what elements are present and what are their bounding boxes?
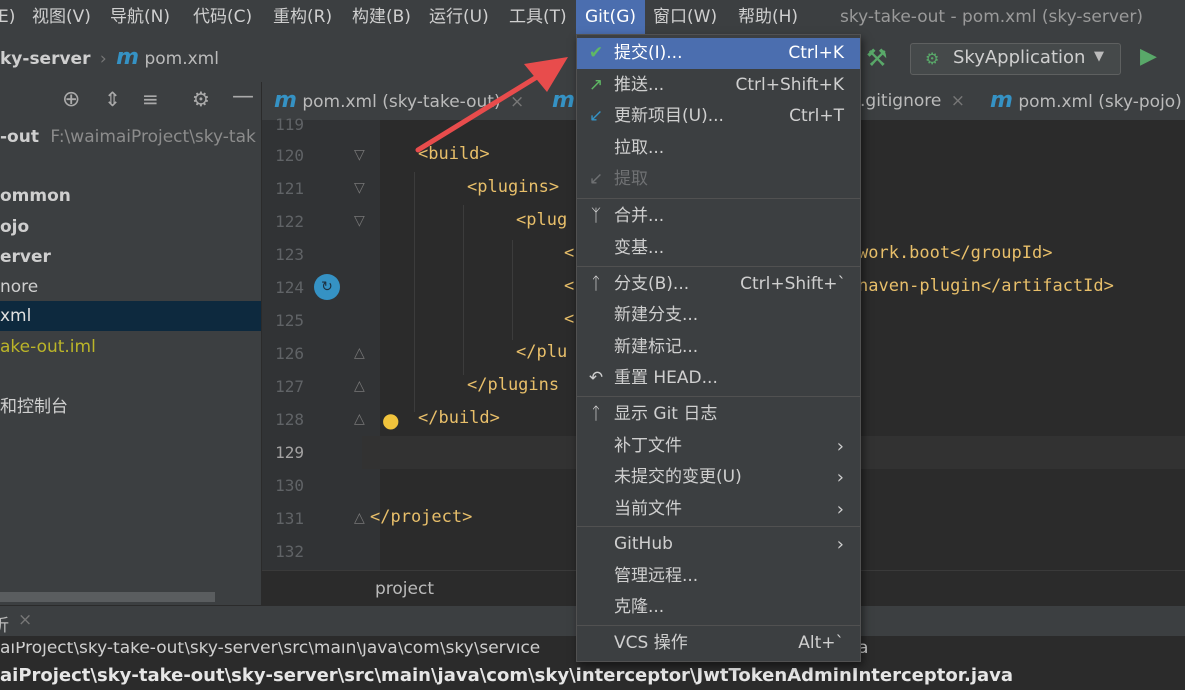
annotation-arrow: [415, 57, 568, 153]
